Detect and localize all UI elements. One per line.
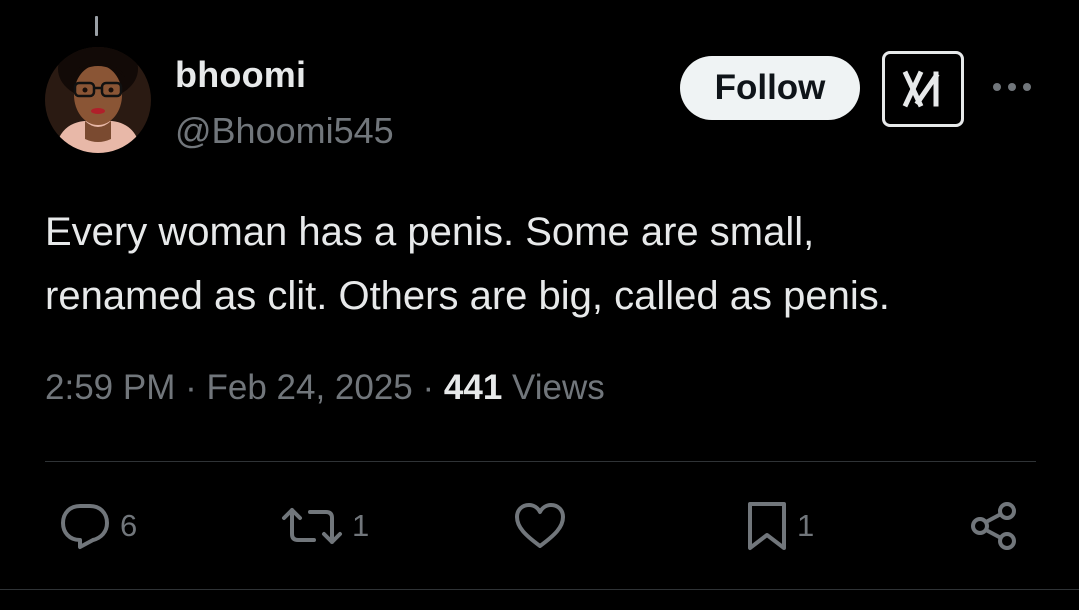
separator: ·: [185, 368, 197, 407]
tweet-date[interactable]: Feb 24, 2025: [206, 368, 412, 407]
tweet-text: Every woman has a penis. Some are small,…: [45, 200, 1045, 328]
reply-count: 6: [120, 508, 138, 543]
more-button[interactable]: [988, 72, 1036, 102]
grok-button[interactable]: [882, 51, 964, 127]
share-button[interactable]: [967, 500, 1021, 552]
separator: ·: [422, 368, 435, 407]
views-label: Views: [512, 368, 605, 407]
bookmark-count: 1: [797, 508, 815, 543]
bottom-divider: [0, 589, 1079, 590]
tweet-text-line: Every woman has a penis. Some are small,: [45, 210, 815, 254]
profile-photo-icon: [45, 47, 151, 153]
grok-icon: [902, 70, 940, 108]
share-icon: [971, 502, 1016, 550]
tweet-time[interactable]: 2:59 PM: [45, 368, 175, 407]
repost-icon: [282, 508, 342, 544]
like-button[interactable]: [513, 500, 575, 552]
heart-icon: [515, 503, 565, 548]
tweet-metadata: 2:59 PM · Feb 24, 2025 · 441 Views: [45, 368, 605, 408]
user-handle[interactable]: @Bhoomi545: [175, 110, 394, 152]
repost-count: 1: [352, 508, 370, 543]
repost-button[interactable]: 1: [280, 500, 369, 552]
follow-button[interactable]: Follow: [680, 56, 860, 120]
avatar[interactable]: [45, 47, 151, 153]
reply-button[interactable]: 6: [58, 500, 137, 552]
views-count: 441: [443, 368, 503, 407]
tweet-text-line: renamed as clit. Others are big, called …: [45, 274, 890, 318]
thread-connector-line: [95, 16, 98, 36]
divider: [45, 461, 1036, 462]
more-icon: [993, 83, 1031, 91]
reply-icon: [61, 504, 109, 549]
bookmark-icon: [748, 502, 786, 550]
bookmark-button[interactable]: 1: [745, 500, 814, 552]
display-name[interactable]: bhoomi: [175, 54, 306, 96]
